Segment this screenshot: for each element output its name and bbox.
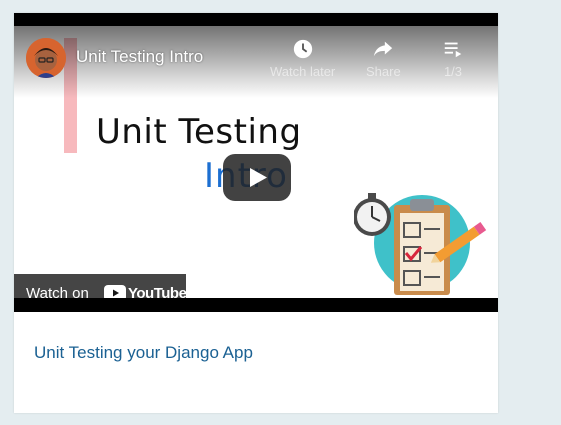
watch-on-label: Watch on bbox=[26, 285, 89, 298]
slide-title: Unit Testing bbox=[96, 112, 302, 152]
playlist-count: 1/3 bbox=[443, 64, 463, 79]
youtube-logo-icon bbox=[104, 285, 126, 298]
watch-later-label: Watch later bbox=[270, 64, 336, 79]
youtube-wordmark: YouTube bbox=[128, 285, 187, 298]
clipboard-stopwatch-illustration bbox=[354, 193, 487, 295]
video-card: Unit Testing Intro bbox=[14, 13, 498, 413]
video-thumbnail[interactable]: Unit Testing Intro bbox=[14, 26, 498, 298]
share-button[interactable]: Share bbox=[366, 38, 401, 79]
youtube-embed[interactable]: Unit Testing Intro bbox=[14, 13, 498, 312]
video-title[interactable]: Unit Testing Intro bbox=[76, 47, 203, 67]
watch-later-button[interactable]: Watch later bbox=[270, 38, 335, 79]
play-button[interactable] bbox=[223, 154, 291, 201]
avatar-image bbox=[26, 38, 66, 78]
play-icon bbox=[250, 168, 267, 187]
playlist-button[interactable]: 1/3 bbox=[442, 38, 464, 79]
share-arrow-icon bbox=[374, 41, 393, 57]
watch-on-youtube-button[interactable]: Watch on YouTube bbox=[14, 274, 187, 298]
video-caption-link[interactable]: Unit Testing your Django App bbox=[34, 343, 253, 363]
playlist-icon bbox=[444, 42, 462, 58]
clock-icon bbox=[293, 39, 312, 59]
channel-avatar[interactable] bbox=[26, 38, 66, 78]
share-label: Share bbox=[366, 64, 401, 79]
